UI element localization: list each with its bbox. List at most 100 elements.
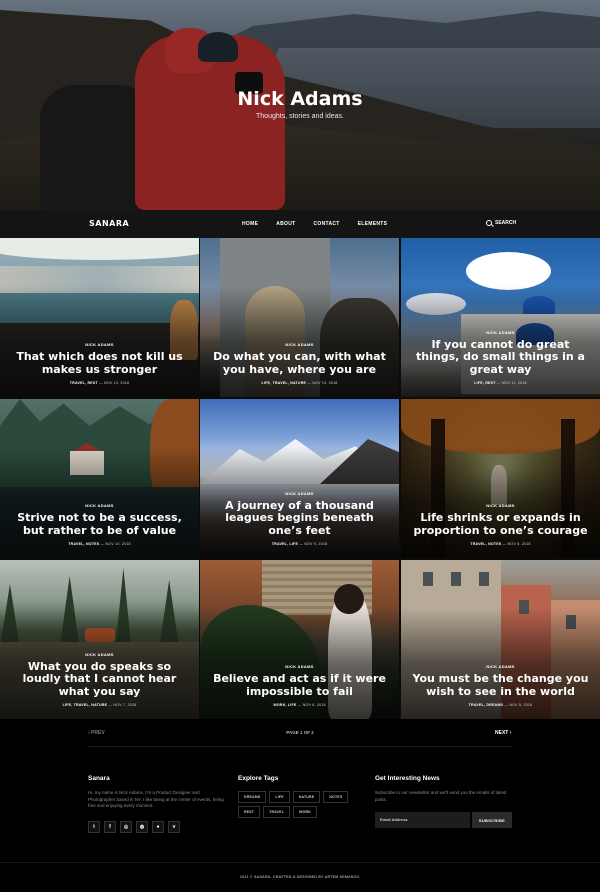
- search-label: SEARCH: [495, 220, 517, 226]
- footer-news-text: Subscribe to our newsletter and we'll se…: [375, 790, 507, 802]
- post-meta: TRAVEL, LIFE — NOV 9, 2018: [271, 542, 328, 546]
- post-title[interactable]: You must be the change you wish to see i…: [411, 672, 590, 698]
- post-author[interactable]: NICK ADAMS: [285, 664, 313, 669]
- nav-logo[interactable]: SANARA: [89, 219, 129, 228]
- post-content: NICK ADAMS Life shrinks or expands in pr…: [411, 494, 590, 546]
- post-tags[interactable]: TRAVEL, NOTES: [68, 542, 99, 546]
- nav-item-elements[interactable]: ELEMENTS: [358, 221, 388, 227]
- next-page-button[interactable]: NEXT ›: [495, 730, 511, 736]
- post-author[interactable]: NICK ADAMS: [85, 342, 113, 347]
- post-content: NICK ADAMS You must be the change you wi…: [411, 655, 590, 707]
- post-tags[interactable]: TRAVEL, NOTES: [470, 542, 501, 546]
- post-tags[interactable]: TRAVEL, LIFE: [272, 542, 298, 546]
- nav-item-about[interactable]: ABOUT: [276, 221, 295, 227]
- social-links: t f ◎ ◍ ● v: [88, 821, 180, 833]
- post-title[interactable]: If you cannot do great things, do small …: [411, 338, 590, 377]
- post-date: NOV 5, 2018: [509, 703, 533, 707]
- post-meta: WORK, LIFE — NOV 6, 2018: [273, 703, 326, 707]
- post-meta: TRAVEL, NOTES — NOV 10, 2018: [68, 542, 131, 546]
- post-content: NICK ADAMS That which does not kill us m…: [10, 333, 189, 385]
- post-grid: NICK ADAMS That which does not kill us m…: [0, 238, 600, 719]
- post-content: NICK ADAMS What you do speaks so loudly …: [10, 643, 189, 708]
- post-author[interactable]: NICK ADAMS: [285, 342, 313, 347]
- post-content: NICK ADAMS A journey of a thousand leagu…: [210, 482, 389, 547]
- post-author[interactable]: NICK ADAMS: [85, 503, 113, 508]
- post-author[interactable]: NICK ADAMS: [486, 664, 514, 669]
- post-author[interactable]: NICK ADAMS: [285, 491, 313, 496]
- post-card[interactable]: NICK ADAMS A journey of a thousand leagu…: [200, 399, 399, 558]
- hero-header: Nick Adams Thoughts, stories and ideas.: [0, 0, 600, 210]
- post-card[interactable]: NICK ADAMS Strive not to be a success, b…: [0, 399, 199, 558]
- post-card[interactable]: NICK ADAMS What you do speaks so loudly …: [0, 560, 199, 719]
- vimeo-icon[interactable]: v: [168, 821, 180, 833]
- tag-cloud: DREAMS LIFE NATURE NOTES REST TRAVEL WOR…: [238, 791, 358, 818]
- tag-link[interactable]: REST: [238, 806, 261, 818]
- post-card[interactable]: NICK ADAMS If you cannot do great things…: [401, 238, 600, 397]
- copyright: 2021 © SANARA. CRAFTED & DESIGNED BY ART…: [239, 875, 361, 879]
- nav-search-button[interactable]: SEARCH: [486, 220, 516, 226]
- post-date: NOV 7, 2018: [113, 703, 137, 707]
- nav-item-home[interactable]: HOME: [242, 221, 258, 227]
- post-meta: TRAVEL, DREAMS — NOV 5, 2018: [468, 703, 533, 707]
- nav-item-contact[interactable]: CONTACT: [313, 221, 339, 227]
- footer-tags-title: Explore Tags: [238, 775, 279, 782]
- tag-link[interactable]: DREAMS: [238, 791, 267, 803]
- post-meta: TRAVEL, REST — NOV 13, 2018: [69, 381, 130, 385]
- site-tagline: Thoughts, stories and ideas.: [256, 113, 344, 120]
- tag-link[interactable]: TRAVEL: [263, 806, 291, 818]
- post-tags[interactable]: LIFE, REST: [474, 381, 495, 385]
- twitter-icon[interactable]: t: [88, 821, 100, 833]
- post-tags[interactable]: TRAVEL, REST: [70, 381, 98, 385]
- email-field[interactable]: Email Address: [375, 812, 470, 828]
- post-date: NOV 11, 2018: [501, 381, 527, 385]
- post-title[interactable]: What you do speaks so loudly that I cann…: [10, 660, 189, 699]
- tag-link[interactable]: WORK: [293, 806, 317, 818]
- post-content: NICK ADAMS If you cannot do great things…: [411, 321, 590, 386]
- post-title[interactable]: A journey of a thousand leagues begins b…: [210, 499, 389, 538]
- tag-link[interactable]: LIFE: [269, 791, 290, 803]
- post-tags[interactable]: LIFE, TRAVEL, NATURE: [63, 703, 108, 707]
- post-date: NOV 8, 2018: [507, 542, 531, 546]
- post-card[interactable]: NICK ADAMS Believe and act as if it were…: [200, 560, 399, 719]
- post-meta: LIFE, REST — NOV 11, 2018: [474, 381, 527, 385]
- post-author[interactable]: NICK ADAMS: [486, 503, 514, 508]
- site-title[interactable]: Nick Adams: [0, 88, 600, 110]
- post-date: NOV 13, 2018: [312, 381, 338, 385]
- pagination: ‹ PREV PAGE 1 OF 2 NEXT ›: [0, 719, 600, 747]
- tag-link[interactable]: NATURE: [292, 791, 321, 803]
- instagram-icon[interactable]: ◎: [120, 821, 132, 833]
- main-navigation: SANARA HOME ABOUT CONTACT ELEMENTS SEARC…: [0, 210, 600, 238]
- post-content: NICK ADAMS Do what you can, with what yo…: [210, 333, 389, 385]
- post-tags[interactable]: TRAVEL, DREAMS: [469, 703, 503, 707]
- post-content: NICK ADAMS Believe and act as if it were…: [210, 655, 389, 707]
- post-date: NOV 6, 2018: [302, 703, 326, 707]
- facebook-icon[interactable]: f: [104, 821, 116, 833]
- post-date: NOV 13, 2018: [104, 381, 130, 385]
- post-title[interactable]: Life shrinks or expands in proportion to…: [411, 511, 590, 537]
- post-title[interactable]: Do what you can, with what you have, whe…: [210, 350, 389, 376]
- post-tags[interactable]: WORK, LIFE: [273, 703, 296, 707]
- site-footer: Sanara Hi, my name is Nick Adams. I'm a …: [0, 747, 600, 892]
- post-author[interactable]: NICK ADAMS: [486, 330, 514, 335]
- post-card[interactable]: NICK ADAMS Do what you can, with what yo…: [200, 238, 399, 397]
- dribbble-icon[interactable]: ◍: [136, 821, 148, 833]
- post-title[interactable]: That which does not kill us makes us str…: [10, 350, 189, 376]
- post-card[interactable]: NICK ADAMS That which does not kill us m…: [0, 238, 199, 397]
- post-tags[interactable]: LIFE, TRAVEL, NATURE: [262, 381, 307, 385]
- post-date: NOV 10, 2018: [105, 542, 131, 546]
- subscribe-button[interactable]: SUBSCRIBE: [472, 812, 512, 828]
- search-icon: [486, 220, 492, 226]
- post-meta: TRAVEL, NOTES — NOV 8, 2018: [470, 542, 531, 546]
- footer-divider: [0, 862, 600, 863]
- post-meta: LIFE, TRAVEL, NATURE — NOV 7, 2018: [62, 703, 137, 707]
- post-meta: LIFE, TRAVEL, NATURE — NOV 13, 2018: [261, 381, 338, 385]
- github-icon[interactable]: ●: [152, 821, 164, 833]
- post-title[interactable]: Believe and act as if it were impossible…: [210, 672, 389, 698]
- post-card[interactable]: NICK ADAMS You must be the change you wi…: [401, 560, 600, 719]
- post-title[interactable]: Strive not to be a success, but rather t…: [10, 511, 189, 537]
- tag-link[interactable]: NOTES: [323, 791, 349, 803]
- post-author[interactable]: NICK ADAMS: [85, 652, 113, 657]
- footer-about-title: Sanara: [88, 775, 110, 782]
- footer-news-title: Get Interesting News: [375, 775, 440, 782]
- post-card[interactable]: NICK ADAMS Life shrinks or expands in pr…: [401, 399, 600, 558]
